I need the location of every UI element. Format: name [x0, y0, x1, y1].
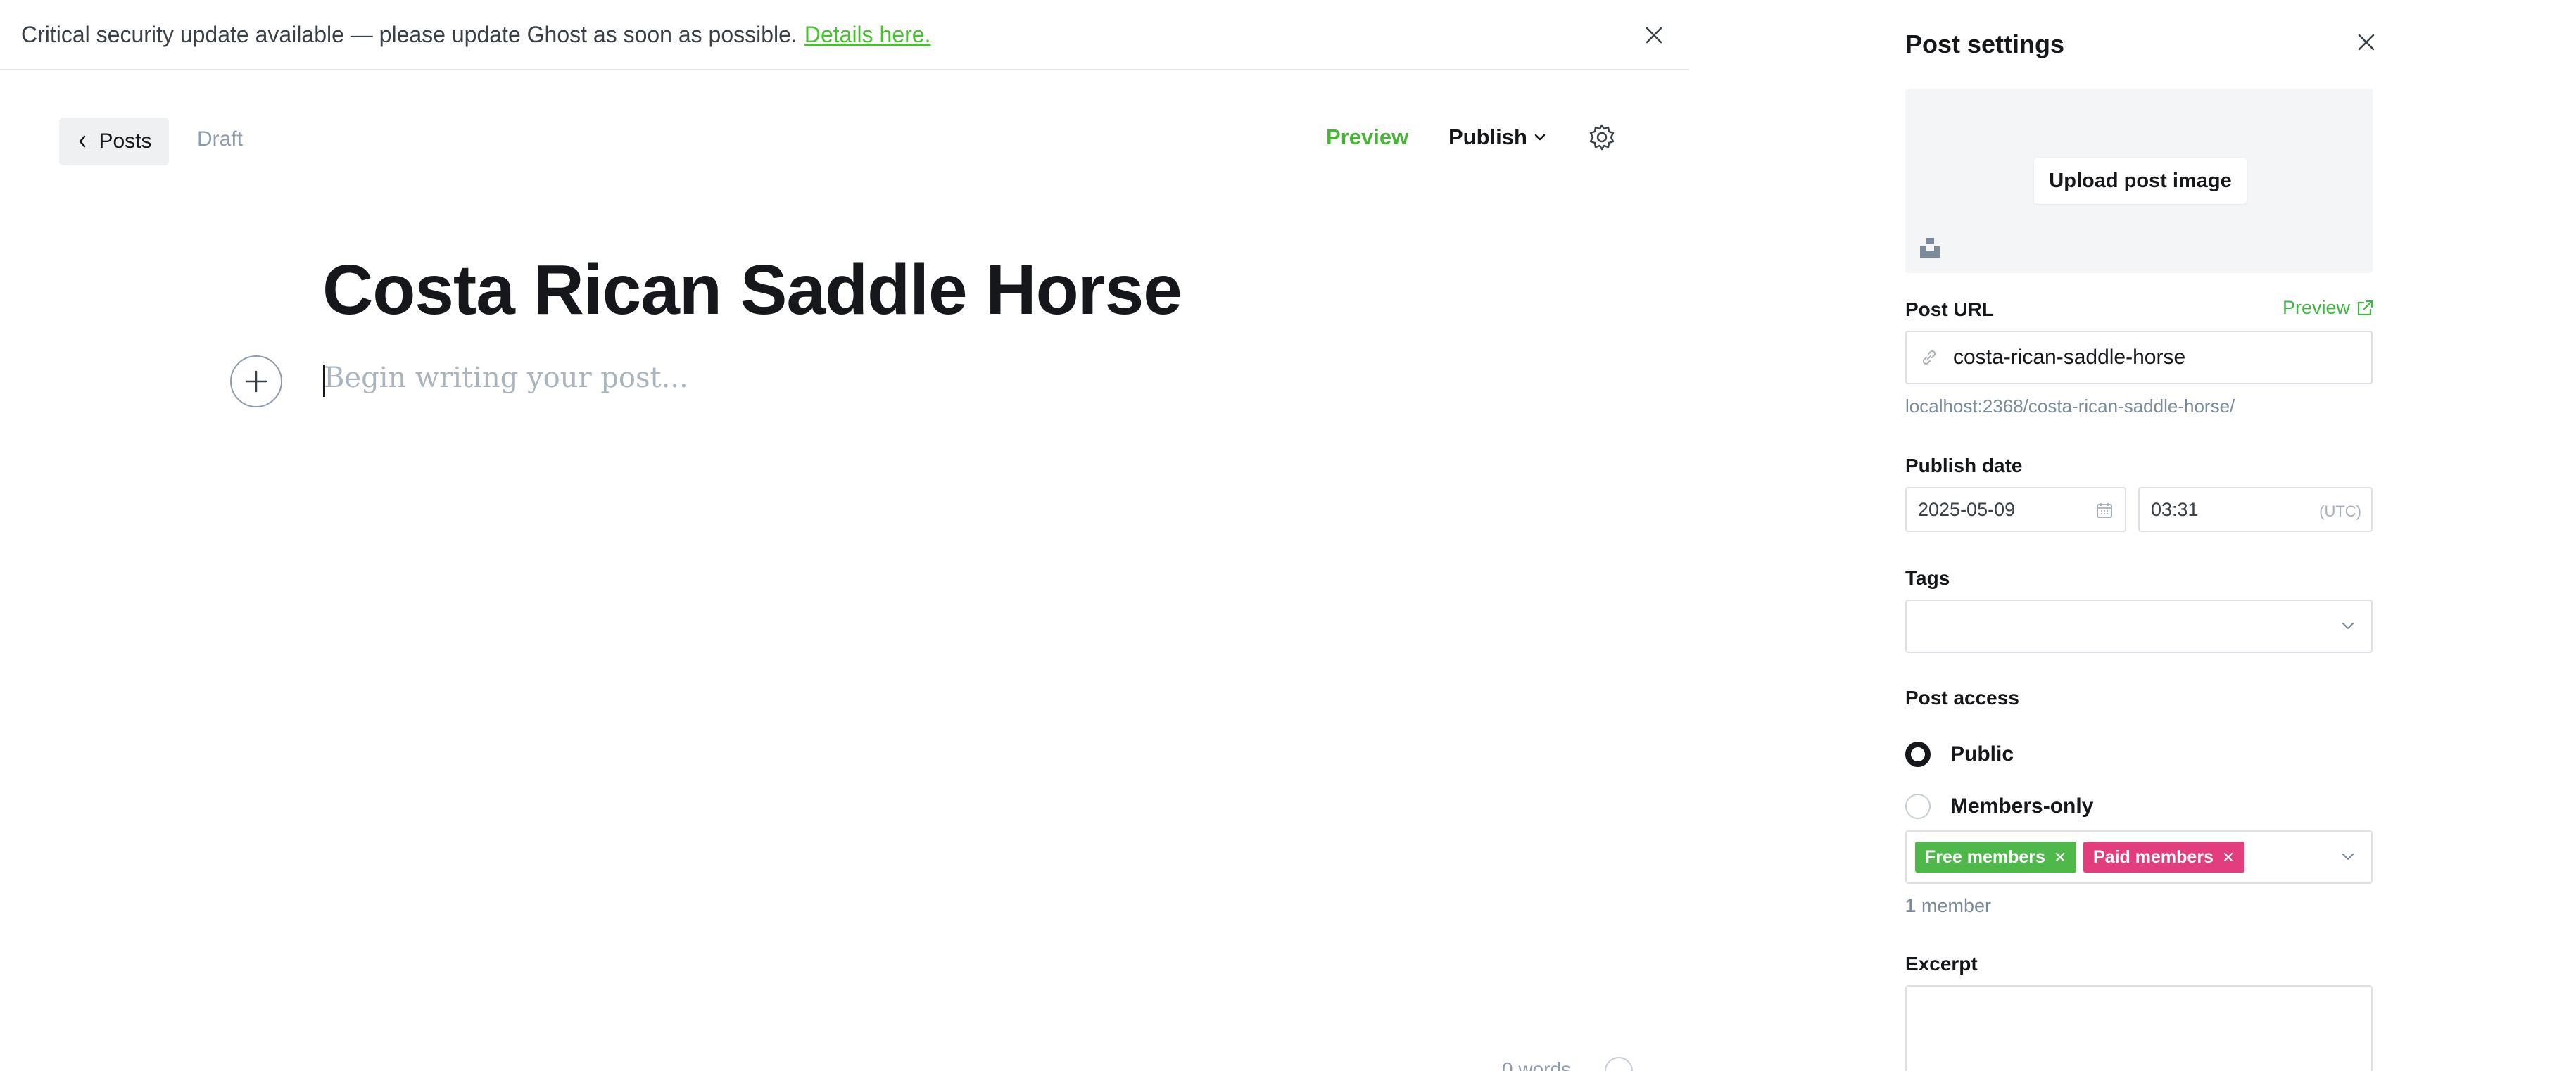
- publish-time-input[interactable]: 03:31 (UTC): [2138, 487, 2373, 532]
- upload-post-image-button[interactable]: Upload post image: [2034, 158, 2247, 204]
- close-icon[interactable]: [1640, 21, 1668, 49]
- publish-label: Publish: [1448, 125, 1527, 149]
- back-to-posts-label: Posts: [99, 129, 152, 153]
- member-count-number: 1: [1905, 895, 1917, 916]
- unsplash-icon[interactable]: [1920, 236, 1940, 258]
- segment-token-label: Free members: [1925, 847, 2045, 867]
- access-option-label: Public: [1950, 742, 2014, 766]
- publish-date-value: 2025-05-09: [1918, 498, 2016, 520]
- publish-date-input[interactable]: 2025-05-09: [1905, 487, 2126, 532]
- alert-details-link[interactable]: Details here.: [804, 22, 931, 48]
- post-status: Draft: [197, 127, 244, 151]
- url-preview-label: Preview: [2283, 297, 2351, 318]
- help-icon[interactable]: [1605, 1057, 1633, 1071]
- member-count: 1 member: [1905, 895, 1991, 917]
- post-settings-panel: Post settings Upload post image Post URL…: [1689, 0, 2576, 1071]
- excerpt-label: Excerpt: [1905, 953, 1978, 975]
- word-count: 0 words: [1502, 1058, 1572, 1071]
- access-option-members-only[interactable]: Members-only: [1905, 794, 2093, 819]
- tags-select[interactable]: [1905, 600, 2373, 653]
- radio-members-only[interactable]: [1905, 794, 1931, 819]
- external-link-icon: [2357, 300, 2373, 315]
- calendar-icon[interactable]: [2095, 501, 2114, 519]
- tags-label: Tags: [1905, 567, 1950, 589]
- panel-title: Post settings: [1905, 30, 2065, 58]
- url-preview-link[interactable]: Preview: [2283, 297, 2374, 319]
- remove-icon[interactable]: [2054, 851, 2066, 863]
- plus-icon: [245, 370, 267, 393]
- post-url-label: Post URL: [1905, 298, 1994, 320]
- post-body-editor[interactable]: Begin writing your post...: [324, 362, 1591, 394]
- access-option-label: Members-only: [1950, 794, 2094, 818]
- segment-token-paid: Paid members: [2083, 842, 2244, 873]
- chevron-down-icon: [2342, 622, 2354, 630]
- member-segment-select[interactable]: Free members Paid members: [1905, 830, 2373, 884]
- post-url-value: costa-rican-saddle-horse: [1953, 346, 2186, 369]
- publish-date-label: Publish date: [1905, 455, 2023, 476]
- post-full-url: localhost:2368/costa-rican-saddle-horse/: [1905, 395, 2235, 417]
- publish-menu-button[interactable]: Publish: [1448, 125, 1547, 150]
- chevron-left-icon: [80, 135, 86, 148]
- post-access-label: Post access: [1905, 687, 2019, 709]
- post-title[interactable]: Costa Rican Saddle Horse: [322, 250, 1182, 331]
- post-image-dropzone[interactable]: Upload post image: [1905, 89, 2373, 273]
- radio-public[interactable]: [1905, 742, 1931, 767]
- segment-token-free: Free members: [1915, 842, 2076, 873]
- editor-area: Critical security update available — ple…: [0, 0, 1689, 1071]
- segment-token-label: Paid members: [2093, 847, 2214, 867]
- alert-message: Critical security update available — ple…: [21, 21, 797, 47]
- post-url-input[interactable]: costa-rican-saddle-horse: [1905, 331, 2373, 384]
- ghost-editor-screen: Critical security update available — ple…: [0, 0, 2576, 1071]
- close-icon[interactable]: [2355, 31, 2378, 53]
- preview-button[interactable]: Preview: [1326, 125, 1408, 150]
- publish-time-value: 03:31: [2151, 498, 2199, 520]
- timezone-label: (UTC): [2319, 502, 2361, 520]
- add-card-button[interactable]: [230, 355, 282, 407]
- security-alert-banner: Critical security update available — ple…: [0, 0, 1689, 70]
- back-to-posts-button[interactable]: Posts: [59, 118, 169, 165]
- member-count-suffix: member: [1921, 895, 1992, 916]
- chevron-down-icon: [2342, 853, 2354, 861]
- link-icon: [1922, 350, 1936, 365]
- gear-icon[interactable]: [1588, 123, 1616, 151]
- chevron-down-icon: [1534, 134, 1546, 141]
- remove-icon[interactable]: [2222, 851, 2235, 863]
- excerpt-textarea[interactable]: [1905, 985, 2373, 1071]
- access-option-public[interactable]: Public: [1905, 742, 2014, 767]
